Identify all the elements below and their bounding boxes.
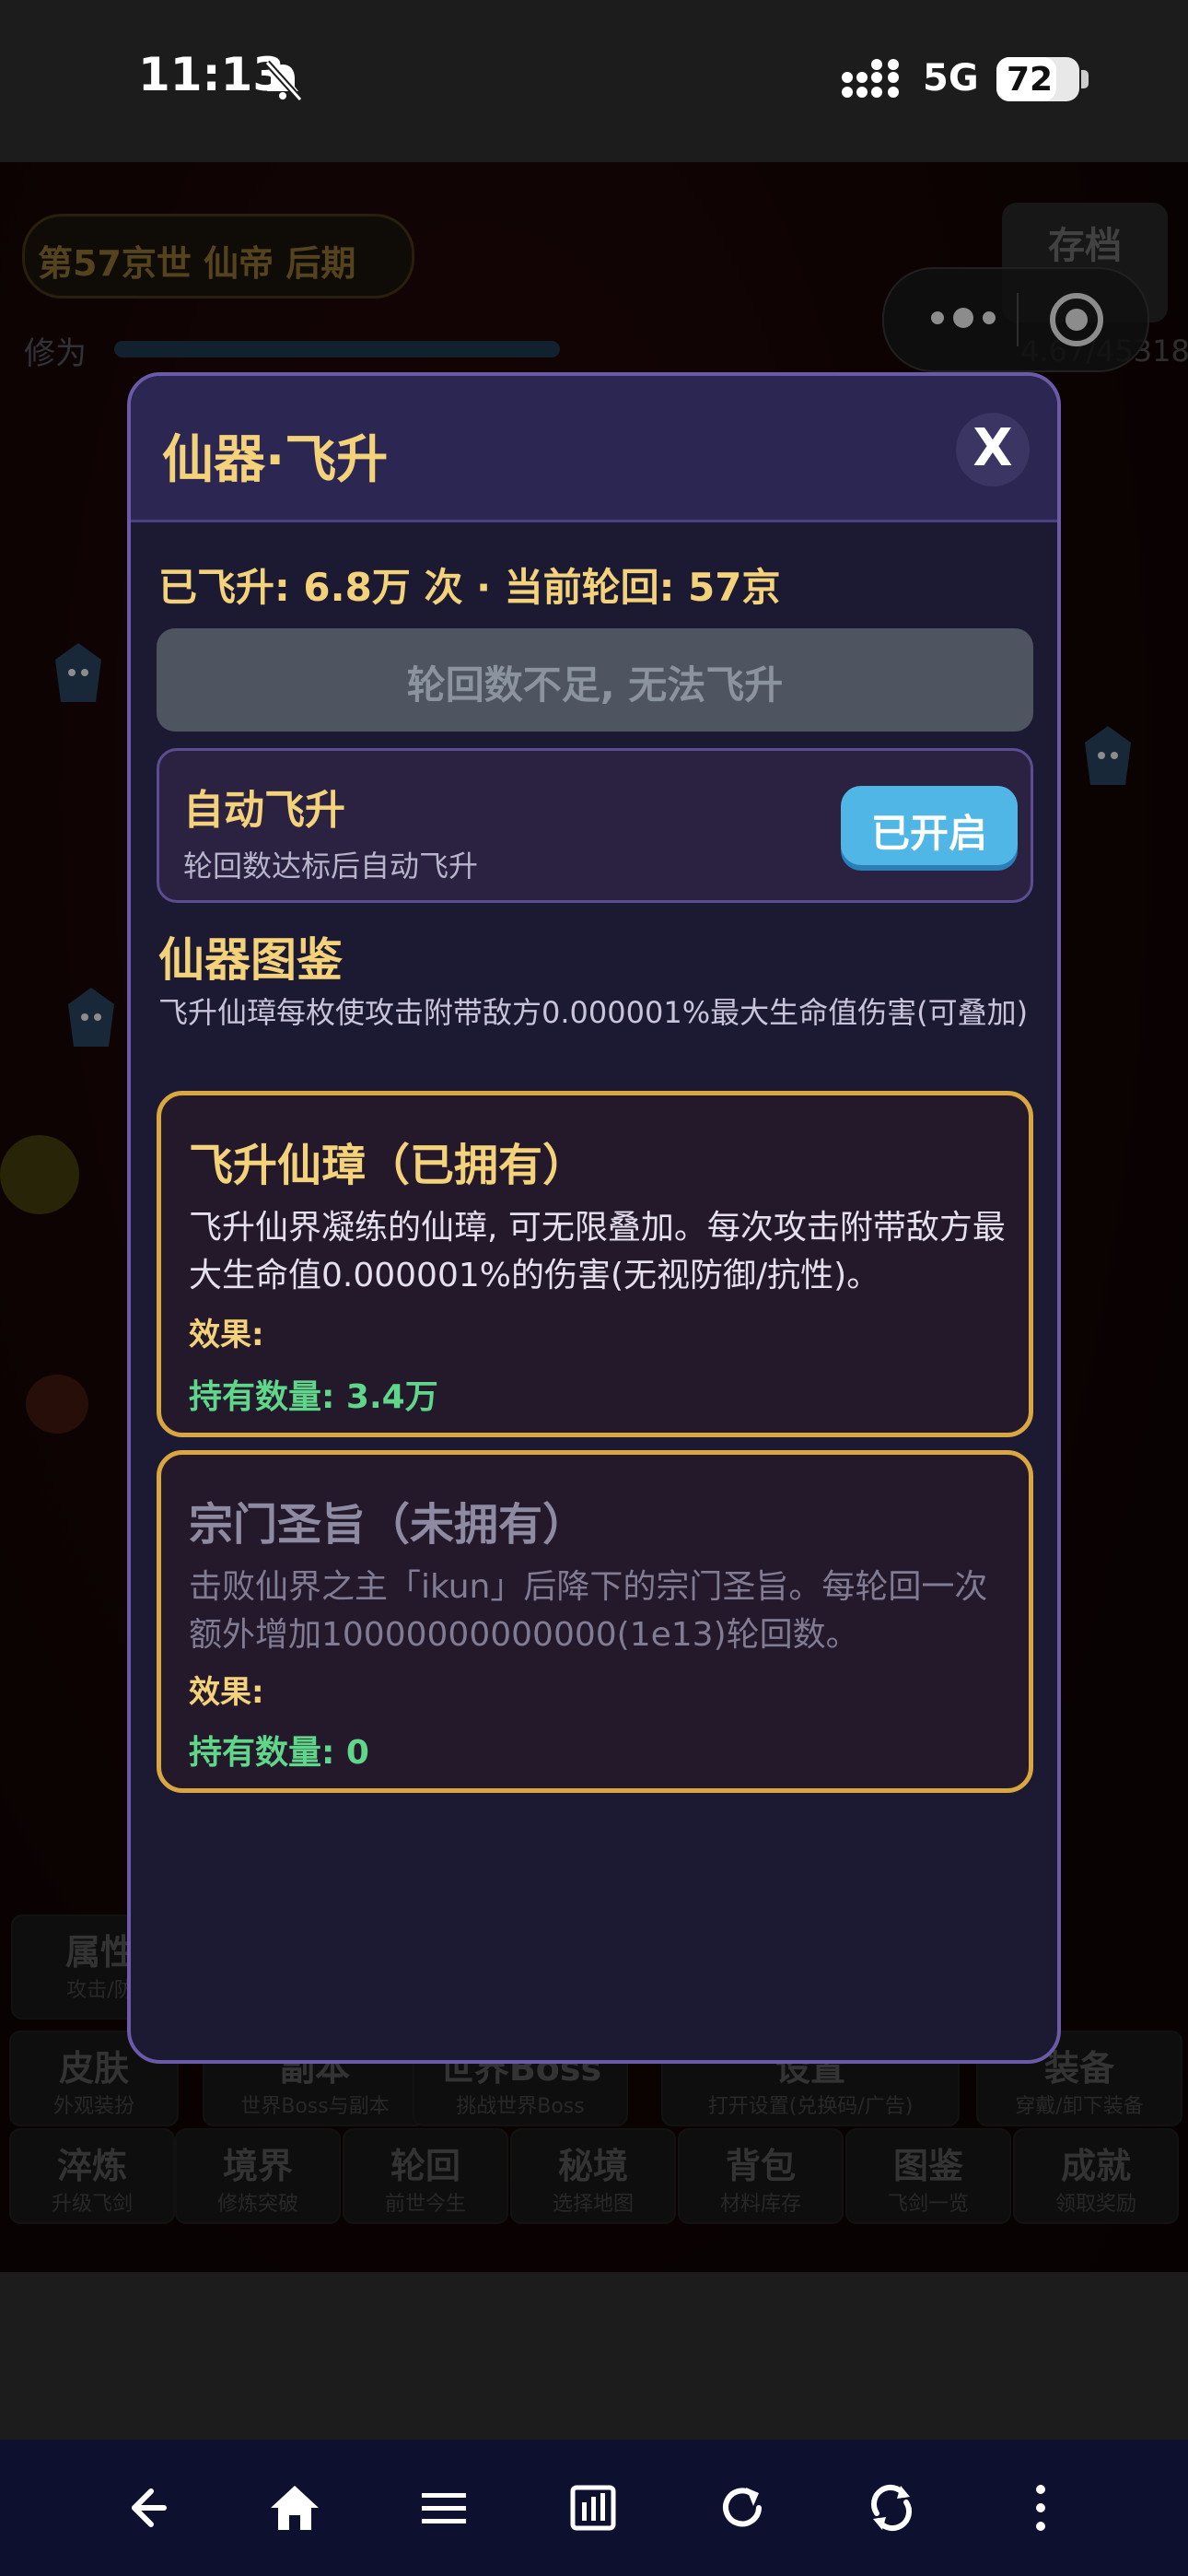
battery-icon: 72	[996, 57, 1079, 101]
network-type: 5G	[923, 57, 979, 100]
item-name: 飞升仙璋（已拥有）	[189, 1140, 588, 1191]
ascend-button-label: 轮回数不足, 无法飞升	[406, 662, 784, 708]
catalog-desc: 飞升仙璋每枚使攻击附带敌方0.000001%最大生命值伤害(可叠加)	[158, 995, 1029, 1030]
ascension-info: 已飞升: 6.8万 次 · 当前轮回: 57京	[158, 565, 781, 610]
item-card-sect-decree: 宗门圣旨（未拥有） 击败仙界之主「ikun」后降下的宗门圣旨。每轮回一次额外增加…	[157, 1450, 1033, 1793]
home-icon[interactable]	[267, 2480, 322, 2535]
ascension-modal: 仙器·飞升 X 已飞升: 6.8万 次 · 当前轮回: 57京 轮回数不足, 无…	[127, 372, 1061, 2064]
item-count: 持有数量: 3.4万	[189, 1378, 438, 1416]
tabs-icon[interactable]	[565, 2480, 621, 2535]
toggle-label: 已开启	[870, 811, 987, 856]
item-effect-label: 效果:	[189, 1674, 264, 1711]
close-button[interactable]: X	[956, 413, 1030, 486]
refresh-icon[interactable]	[715, 2480, 770, 2535]
modal-title: 仙器·飞升	[162, 430, 389, 490]
item-desc: 飞升仙界凝练的仙璋, 可无限叠加。每次攻击附带敌方最大生命值0.000001%的…	[189, 1209, 1006, 1294]
item-card-ascension-seal: 飞升仙璋（已拥有） 飞升仙界凝练的仙璋, 可无限叠加。每次攻击附带敌方最大生命值…	[157, 1091, 1033, 1437]
battery-level: 72	[1006, 61, 1054, 99]
bell-muted-icon	[264, 60, 303, 102]
status-bar: 11:13 5G 72	[0, 0, 1188, 162]
auto-ascend-toggle[interactable]: 已开启	[841, 786, 1018, 865]
auto-ascend-title: 自动飞升	[183, 787, 345, 834]
item-desc: 击败仙界之主「ikun」后降下的宗门圣旨。每轮回一次额外增加1000000000…	[189, 1568, 988, 1654]
browser-nav-bar	[0, 2440, 1188, 2576]
close-icon: X	[973, 418, 1013, 478]
auto-ascend-desc: 轮回数达标后自动飞升	[183, 849, 479, 884]
sync-icon[interactable]	[864, 2480, 919, 2535]
catalog-title: 仙器图鉴	[158, 933, 343, 987]
signal-icon	[842, 59, 899, 98]
item-effect-label: 效果:	[189, 1317, 264, 1353]
more-icon[interactable]	[1013, 2480, 1068, 2535]
modal-header: 仙器·飞升 X	[131, 376, 1057, 522]
ascend-button[interactable]: 轮回数不足, 无法飞升	[157, 628, 1033, 732]
item-count: 持有数量: 0	[189, 1734, 369, 1772]
auto-ascend-card: 自动飞升 轮回数达标后自动飞升 已开启	[157, 748, 1033, 903]
item-name: 宗门圣旨（未拥有）	[189, 1499, 588, 1551]
battery-nub	[1081, 70, 1089, 88]
back-icon[interactable]	[118, 2480, 173, 2535]
menu-icon[interactable]	[416, 2480, 472, 2535]
